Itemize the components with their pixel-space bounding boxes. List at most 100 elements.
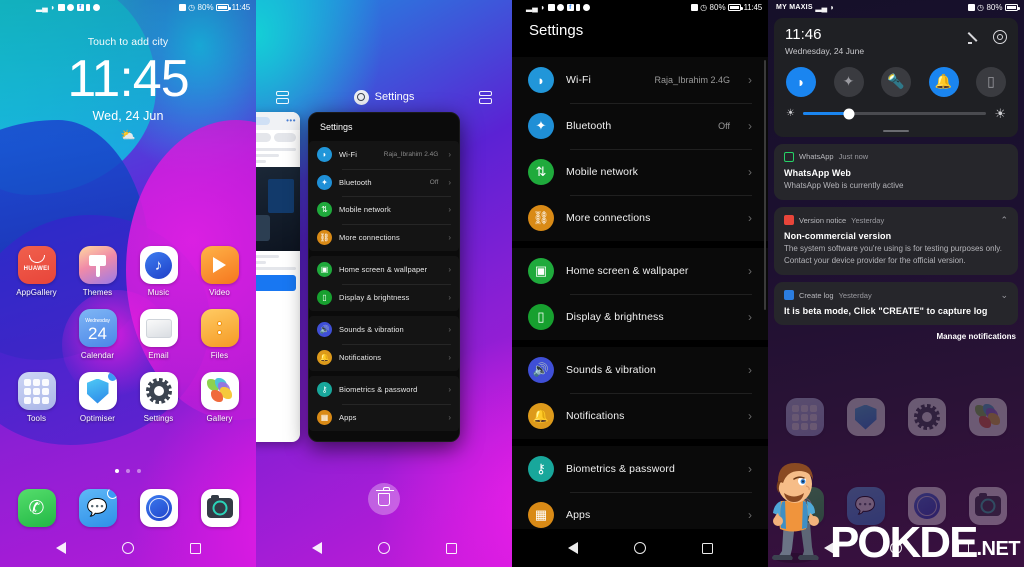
status-bar-clock: 11:45: [743, 3, 763, 12]
status-bar-left: ▂▄ ◗ f: [6, 2, 100, 12]
panel-home-screen: ▂▄ ◗ f ◷ 80% 11:45 Touch to add city 11:…: [0, 0, 256, 567]
gear-icon[interactable]: [993, 30, 1007, 44]
back-icon[interactable]: [311, 542, 322, 554]
split-screen-icon[interactable]: [276, 90, 289, 104]
app-calendar[interactable]: Wednesday 24 Calendar: [67, 309, 128, 360]
card-more-icon: •••: [286, 116, 296, 125]
settings-row-more-connections[interactable]: ⛓ More connections ›: [512, 195, 768, 241]
floating-row-sounds[interactable]: 🔊 Sounds & vibration ›: [309, 316, 459, 344]
app-label: Video: [209, 288, 230, 297]
page-title: Settings: [529, 22, 584, 39]
recents-icon[interactable]: [701, 542, 713, 554]
app-optimiser[interactable]: Optimiser: [67, 372, 128, 423]
chevron-up-icon[interactable]: ⌃: [1000, 215, 1008, 225]
floating-settings-window[interactable]: Settings ◗ Wi-Fi Raja_Ibrahim 2.4G › ✦ B…: [308, 112, 460, 442]
facebook-icon: f: [76, 4, 84, 11]
floating-row-biometrics[interactable]: ⚷ Biometrics & password ›: [309, 376, 459, 404]
split-screen-icon[interactable]: [479, 90, 492, 104]
settings-row-bluetooth[interactable]: ✦ Bluetooth Off ›: [512, 103, 768, 149]
flashlight-toggle[interactable]: 🔦: [881, 66, 911, 97]
signal-icon: ▂▄: [36, 2, 48, 12]
app-email[interactable]: Email: [128, 309, 189, 360]
touch-to-add-city-label[interactable]: Touch to add city: [0, 36, 256, 48]
page-dot[interactable]: [126, 469, 130, 473]
lockscreen-clock-widget[interactable]: Touch to add city 11:45 Wed, 24 Jun ⛅: [0, 36, 256, 142]
camera-icon[interactable]: [200, 489, 239, 527]
notification-create-log[interactable]: Create log Yesterday ⌄ It is beta mode, …: [774, 282, 1018, 326]
home-icon[interactable]: [633, 542, 646, 554]
chevron-right-icon: ›: [748, 508, 752, 522]
app-files[interactable]: Files: [189, 309, 250, 360]
settings-row-sounds[interactable]: 🔊 Sounds & vibration ›: [512, 347, 768, 393]
status-bar-left: MY MAXIS ▂▄ ◗: [774, 3, 835, 12]
manage-notifications-button[interactable]: Manage notifications: [774, 332, 1018, 341]
app-gallery[interactable]: Gallery: [189, 372, 250, 423]
battery-percent: 80%: [709, 2, 726, 12]
floating-settings-group: ▣ Home screen & wallpaper › ▯ Display & …: [309, 256, 459, 311]
notification-version-notice[interactable]: Version notice Yesterday ⌃ Non-commercia…: [774, 207, 1018, 276]
pencil-icon[interactable]: [968, 31, 981, 44]
app-settings[interactable]: Settings: [128, 372, 189, 423]
app-music[interactable]: ♪ Music: [128, 246, 189, 297]
chevron-right-icon: ›: [748, 119, 752, 133]
recent-card-facebook[interactable]: •••: [256, 112, 300, 442]
app-themes[interactable]: Themes: [67, 246, 128, 297]
floating-row-mobile-network[interactable]: ⇅ Mobile network ›: [309, 196, 459, 224]
browser-icon[interactable]: [139, 489, 178, 527]
bluetooth-toggle[interactable]: ✦: [833, 66, 864, 97]
app-label: Files: [210, 351, 229, 360]
floating-row-display[interactable]: ▯ Display & brightness ›: [309, 283, 459, 312]
chevron-down-icon[interactable]: ⌄: [1000, 290, 1008, 300]
vibrate-toggle[interactable]: ▯: [976, 66, 1006, 97]
floating-row-more-connections[interactable]: ⛓ More connections ›: [309, 223, 459, 252]
settings-gear-icon: [907, 398, 946, 436]
settings-row-display[interactable]: ▯ Display & brightness ›: [512, 294, 768, 340]
chevron-right-icon: ›: [448, 412, 451, 422]
scrollbar[interactable]: [764, 60, 766, 310]
recents-icon[interactable]: [189, 542, 201, 554]
chevron-right-icon: ›: [448, 177, 451, 187]
floating-row-notifications[interactable]: 🔔 Notifications ›: [309, 343, 459, 372]
notification-header: Create log Yesterday ⌄: [784, 290, 1008, 301]
quick-toggles: ◗ ✦ 🔦 🔔 ▯: [786, 66, 1006, 97]
status-bar: ▂▄ ◗ f ◷ 80% 11:45: [0, 0, 256, 15]
phone-icon[interactable]: ✆: [17, 489, 56, 527]
card-text-line: [256, 267, 296, 270]
floating-settings-group: ⚷ Biometrics & password › ▦ Apps ›: [309, 376, 459, 431]
page-dot[interactable]: [115, 469, 119, 473]
floating-row-wifi[interactable]: ◗ Wi-Fi Raja_Ibrahim 2.4G ›: [309, 141, 459, 169]
trash-icon[interactable]: [368, 483, 400, 515]
messages-icon[interactable]: 💬: [78, 489, 117, 527]
settings-row-home-screen[interactable]: ▣ Home screen & wallpaper ›: [512, 248, 768, 294]
wifi-toggle[interactable]: ◗: [786, 66, 816, 97]
floating-row-home-screen[interactable]: ▣ Home screen & wallpaper ›: [309, 256, 459, 284]
ringer-toggle[interactable]: 🔔: [928, 66, 959, 97]
floating-row-apps[interactable]: ▦ Apps ›: [309, 403, 459, 432]
settings-row-wifi[interactable]: ◗ Wi-Fi Raja_Ibrahim 2.4G ›: [512, 57, 768, 103]
settings-row-apps[interactable]: ▦ Apps ›: [512, 492, 768, 529]
app-tools-folder[interactable]: Tools: [6, 372, 67, 423]
card-cta-button[interactable]: [256, 275, 296, 291]
settings-row-mobile-network[interactable]: ⇅ Mobile network ›: [512, 149, 768, 195]
recents-icon[interactable]: [445, 542, 457, 554]
row-label: Biometrics & password: [339, 385, 418, 395]
floating-window-title: Settings: [320, 122, 353, 132]
home-icon[interactable]: [121, 542, 134, 554]
slider-knob[interactable]: [843, 108, 855, 119]
chevron-right-icon: ›: [448, 205, 451, 215]
notification-shade-panel: 11:46 Wednesday, 24 June ◗ ✦ 🔦 🔔 ▯ ☀ ☀ W…: [774, 18, 1018, 341]
back-icon[interactable]: [55, 542, 66, 554]
home-icon[interactable]: [377, 542, 390, 554]
display-icon: ▯: [528, 304, 554, 330]
page-dot[interactable]: [137, 469, 141, 473]
settings-row-notifications[interactable]: 🔔 Notifications ›: [512, 393, 768, 439]
back-icon[interactable]: [567, 542, 578, 554]
app-video[interactable]: Video: [189, 246, 250, 297]
app-appgallery[interactable]: HUAWEI AppGallery: [6, 246, 67, 297]
floating-row-bluetooth[interactable]: ✦ Bluetooth Off ›: [309, 168, 459, 197]
shade-drag-handle[interactable]: [883, 129, 909, 132]
notification-whatsapp[interactable]: WhatsApp Just now WhatsApp Web WhatsApp …: [774, 143, 1018, 201]
brightness-slider[interactable]: [802, 108, 987, 119]
settings-row-biometrics[interactable]: ⚷ Biometrics & password ›: [512, 446, 768, 492]
app-label: Music: [147, 288, 170, 297]
